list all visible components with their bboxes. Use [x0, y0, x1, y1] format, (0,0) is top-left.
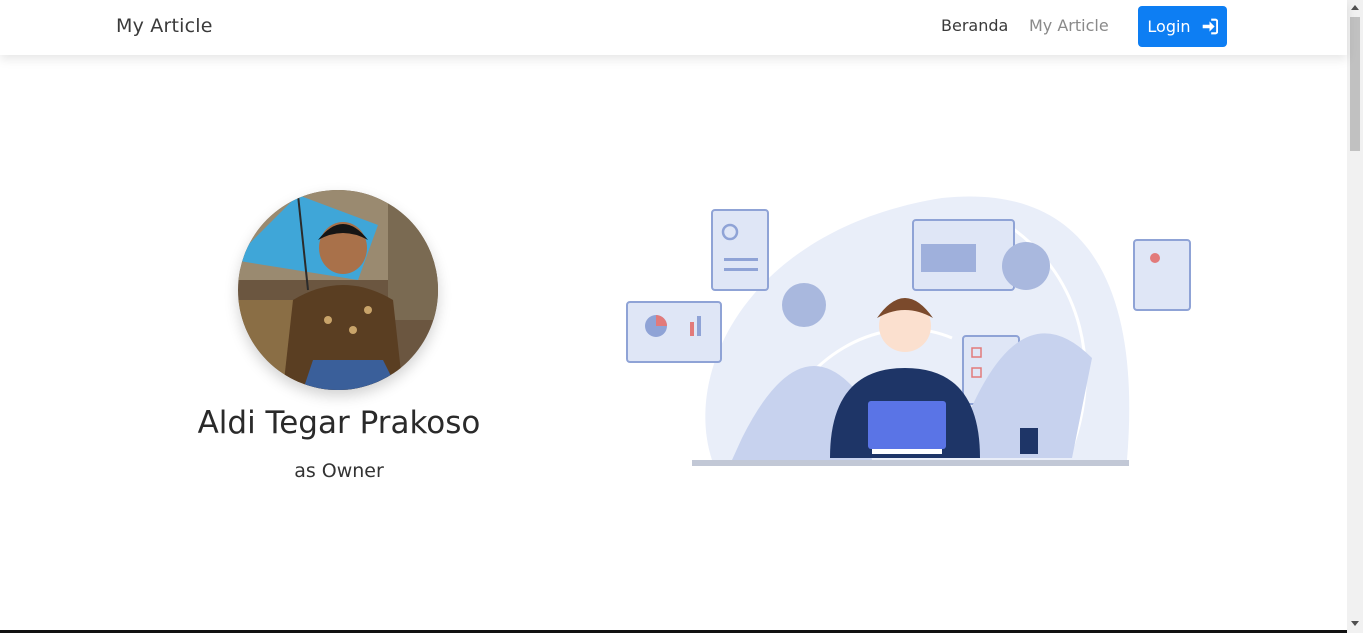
login-label: Login: [1147, 17, 1191, 36]
navbar: My Article Beranda My Article Login: [0, 0, 1347, 55]
login-button[interactable]: Login: [1138, 6, 1227, 47]
scroll-thumb[interactable]: [1350, 17, 1360, 151]
profile-avatar: [238, 190, 438, 390]
scroll-down-arrow-icon[interactable]: [1351, 621, 1359, 626]
profile-name: Aldi Tegar Prakoso: [197, 405, 481, 441]
navbar-brand[interactable]: My Article: [116, 15, 213, 37]
team-illustration: [626, 196, 1191, 466]
nav-link-my-article[interactable]: My Article: [1029, 16, 1109, 35]
vertical-scrollbar[interactable]: [1347, 0, 1363, 633]
profile-role: as Owner: [294, 460, 384, 482]
sign-in-icon: [1202, 18, 1218, 35]
nav-link-beranda[interactable]: Beranda: [941, 16, 1008, 35]
scroll-up-arrow-icon[interactable]: [1351, 5, 1359, 10]
